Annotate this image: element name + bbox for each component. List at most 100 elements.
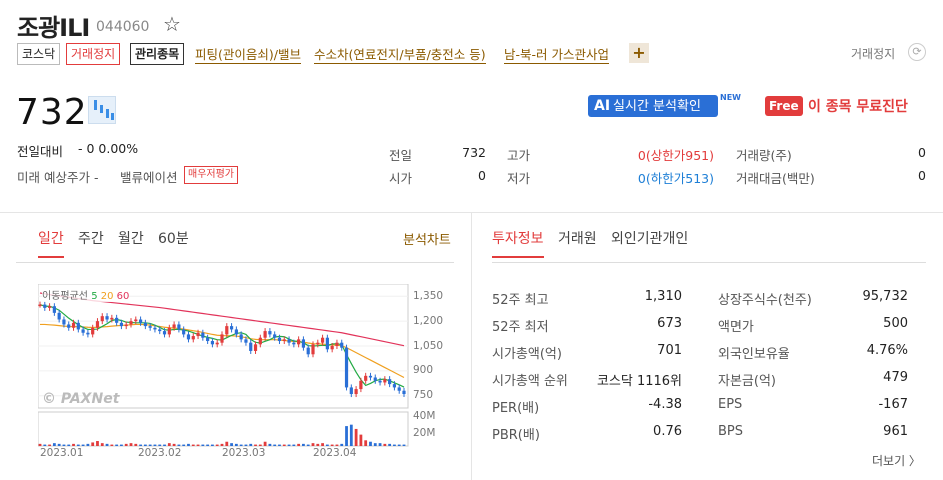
- candle: [383, 379, 387, 383]
- low-label: 저가: [507, 171, 531, 186]
- candle: [268, 331, 272, 335]
- volume-bar: [292, 444, 296, 446]
- invest-label: 시가총액 순위: [492, 374, 568, 389]
- amount-value: 0: [918, 168, 926, 183]
- favorite-star-icon[interactable]: ☆: [163, 12, 181, 36]
- candle: [67, 324, 71, 328]
- x-tick: 2023.02: [138, 447, 182, 459]
- candle: [186, 334, 191, 340]
- volume-bar: [143, 444, 147, 446]
- tab-foreign-inst[interactable]: 외인기관개인: [611, 228, 688, 248]
- candle: [258, 337, 262, 345]
- volume-bar: [91, 442, 95, 446]
- candle: [134, 319, 138, 322]
- volume-bar: [72, 443, 75, 446]
- free-badge[interactable]: Free: [765, 96, 803, 116]
- invest-label: PER(배): [492, 401, 540, 416]
- free-diagnosis-link[interactable]: 이 종목 무료진단: [808, 96, 908, 116]
- x-tick: 2023.01: [40, 447, 84, 459]
- candle: [349, 387, 353, 395]
- new-badge: NEW: [720, 93, 741, 102]
- tab-monthly[interactable]: 월간: [118, 228, 144, 248]
- more-link[interactable]: 더보기 〉: [872, 452, 921, 469]
- legend-ma5: 5: [91, 291, 98, 302]
- volume-bar: [206, 444, 210, 446]
- volume-bar: [81, 444, 85, 446]
- invest-value: 0.76: [653, 424, 682, 439]
- candle: [287, 339, 291, 343]
- tab-broker[interactable]: 거래원: [558, 228, 597, 248]
- candle: [330, 346, 334, 350]
- candle: [62, 319, 66, 325]
- candle: [320, 337, 325, 343]
- volume-bar: [258, 444, 262, 446]
- candle: [354, 389, 358, 395]
- volume-bar: [177, 444, 181, 446]
- forecast-label[interactable]: 미래 예상주가 -: [17, 167, 98, 186]
- y-tick: 1,350: [413, 290, 444, 302]
- volume-bar: [287, 444, 291, 446]
- candle: [359, 380, 363, 390]
- candle: [119, 322, 124, 327]
- market-tag: 코스닥: [17, 43, 61, 65]
- volume-bar: [230, 443, 233, 446]
- theme-link-gas-pipeline[interactable]: 남-북-러 가스관사업: [504, 44, 609, 64]
- volume-bar: [158, 444, 162, 446]
- legend-ma20: 20: [100, 291, 114, 302]
- volume-bar: [273, 444, 277, 446]
- volume-bar: [62, 444, 66, 446]
- invest-value: 4.76%: [866, 343, 908, 358]
- volume-bar: [67, 444, 71, 446]
- volume-bar: [268, 443, 272, 446]
- tab-weekly[interactable]: 주간: [78, 228, 104, 248]
- volume-value: 0: [918, 145, 926, 160]
- stock-name: 조광ILI: [17, 14, 90, 42]
- candle: [402, 390, 406, 395]
- refresh-icon[interactable]: ⟳: [908, 43, 926, 61]
- volume-bar: [86, 443, 90, 446]
- volume-bar: [220, 443, 224, 446]
- invest-value: 479: [883, 370, 908, 385]
- volume-bar: [201, 444, 205, 446]
- candle: [148, 326, 152, 328]
- invest-value: 코스닥 1116위: [596, 374, 682, 389]
- vol-tick: 40M: [413, 410, 436, 422]
- volume-bar: [335, 444, 339, 446]
- analysis-chart-link[interactable]: 분석차트: [403, 229, 451, 248]
- price-chart[interactable]: [38, 284, 410, 447]
- tab-60min[interactable]: 60분: [158, 228, 189, 248]
- candle: [378, 380, 382, 383]
- candle: [340, 342, 344, 348]
- change-label: 전일대비: [17, 144, 64, 159]
- ai-analysis-button[interactable]: AI 실시간 분석확인: [588, 95, 718, 117]
- volume-bar: [215, 444, 219, 446]
- tab-daily[interactable]: 일간: [38, 228, 64, 258]
- candle: [210, 341, 215, 345]
- candle: [201, 332, 205, 338]
- tab-invest-info[interactable]: 투자정보: [492, 228, 544, 258]
- candle: [124, 324, 128, 327]
- x-tick: 2023.03: [222, 447, 266, 459]
- invest-value: 500: [883, 316, 908, 331]
- volume-bar: [134, 443, 138, 446]
- candle: [273, 334, 277, 338]
- candle: [234, 329, 238, 335]
- volume-bar: [340, 443, 344, 446]
- trade-status-label: 거래정지: [851, 47, 896, 61]
- volume-bar: [120, 444, 123, 446]
- volume-bar: [124, 443, 128, 446]
- volume-bar: [311, 443, 315, 446]
- theme-link-fitting[interactable]: 피팅(관이음쇠)/밸브: [195, 44, 301, 64]
- volume-bar: [397, 444, 401, 446]
- theme-link-hydrogen[interactable]: 수소차(연료전지/부품/충전소 등): [314, 44, 486, 64]
- column-divider: [471, 212, 472, 480]
- volume-bar: [167, 443, 171, 446]
- add-theme-plus-icon[interactable]: +: [629, 43, 649, 63]
- candle: [105, 316, 109, 320]
- candle: [52, 306, 56, 313]
- volume-bar: [43, 444, 47, 446]
- invest-label: 액면가: [718, 320, 754, 335]
- candle: [373, 377, 377, 381]
- invest-value: -167: [878, 397, 908, 412]
- candle: [38, 304, 42, 307]
